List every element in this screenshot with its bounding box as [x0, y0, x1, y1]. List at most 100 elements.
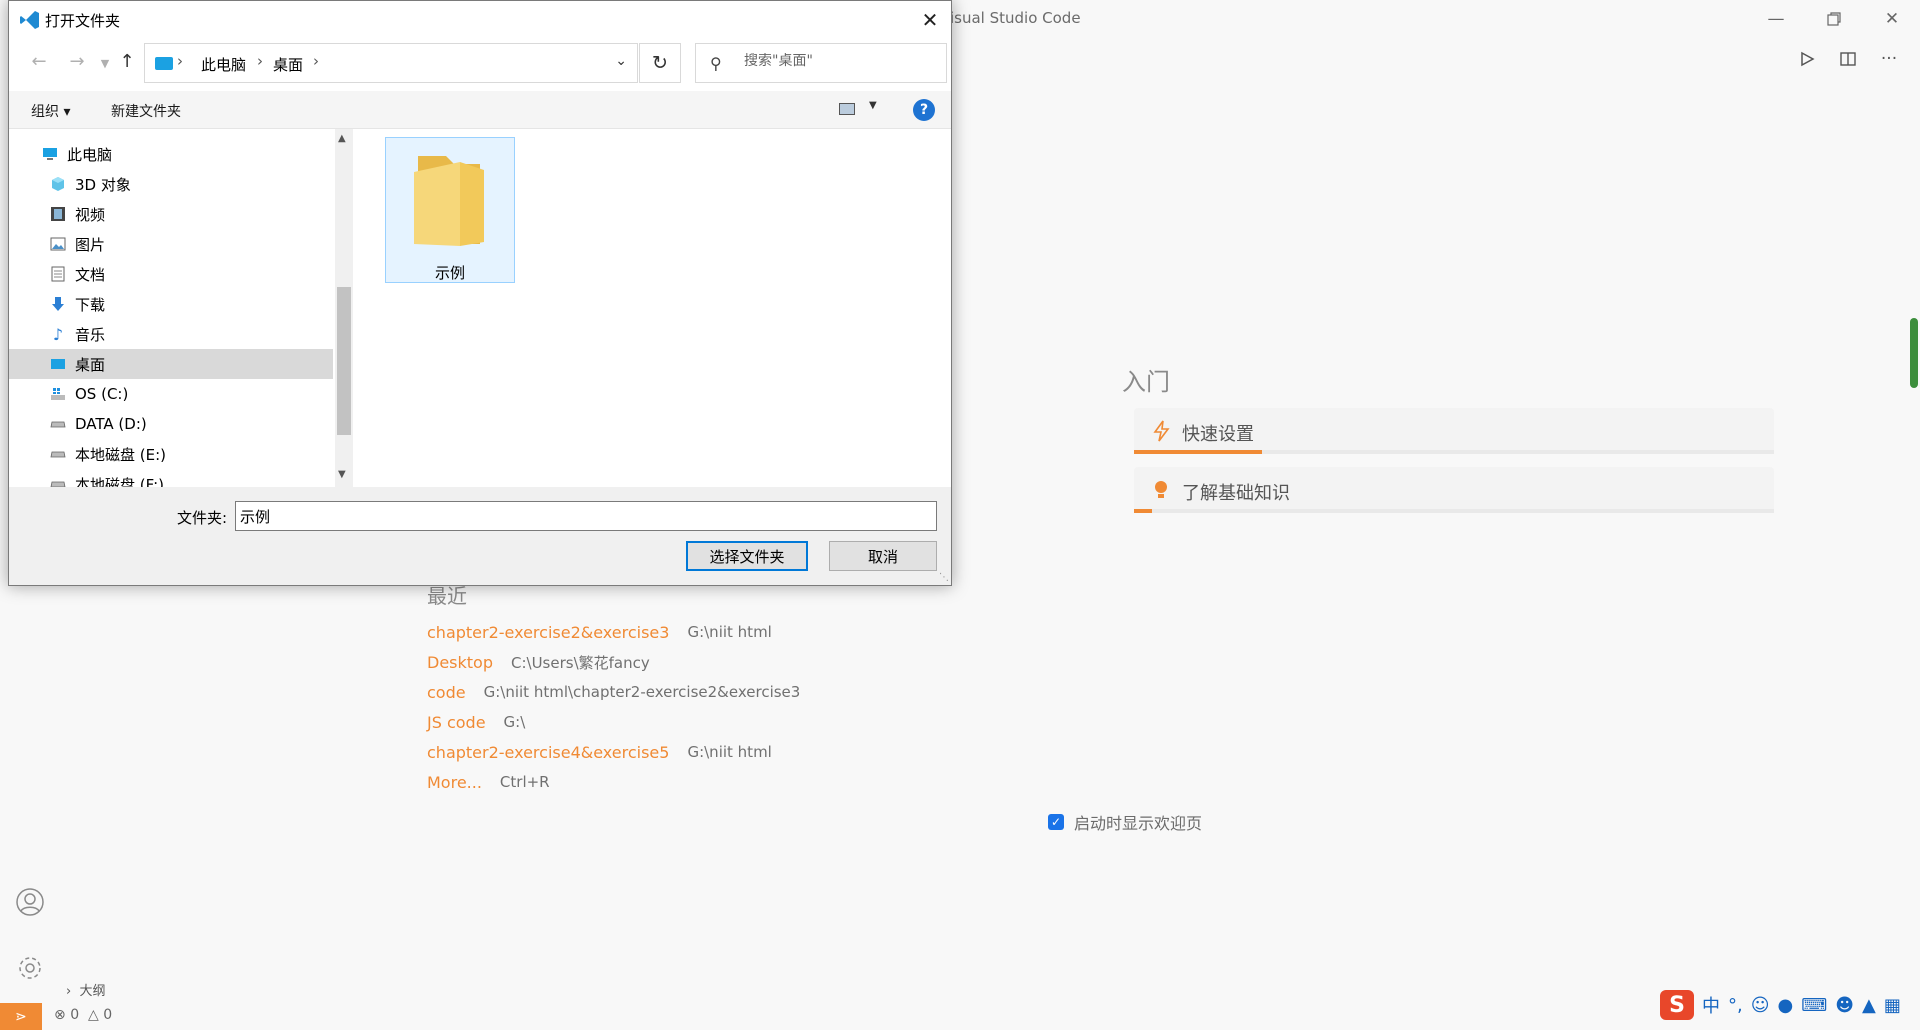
close-icon[interactable]: ✕: [917, 7, 943, 33]
chevron-right-icon[interactable]: ›: [313, 52, 319, 70]
dialog-footer: 文件夹: 选择文件夹 取消 ⋱: [9, 487, 951, 585]
ime-mode[interactable]: 中: [1702, 992, 1720, 1018]
film-icon: [49, 206, 67, 222]
minimize-icon[interactable]: —: [1756, 6, 1796, 32]
open-folder-dialog: 打开文件夹 ✕ ← → ▼ ↑ › 此电脑 › 桌面 › ⌄ ↻ ⚲ 组织 ▾ …: [8, 0, 952, 586]
sogou-logo-icon[interactable]: S: [1660, 990, 1694, 1020]
recent-item[interactable]: Desktop C:\Users\繁花fancy: [427, 647, 800, 677]
recent-more[interactable]: More... Ctrl+R: [427, 767, 800, 797]
tree-item-drive-e[interactable]: 本地磁盘 (E:): [9, 439, 333, 469]
dialog-title: 打开文件夹: [45, 12, 121, 30]
music-icon: ♪: [52, 324, 64, 344]
walkthrough-label: 快速设置: [1182, 424, 1254, 445]
tree-scrollbar[interactable]: ▲ ▼: [335, 129, 353, 487]
tree-item-drive-d[interactable]: DATA (D:): [9, 409, 333, 439]
folder-item[interactable]: 示例: [385, 137, 515, 283]
select-folder-button[interactable]: 选择文件夹: [686, 541, 808, 571]
new-folder-button[interactable]: 新建文件夹: [111, 101, 181, 121]
show-welcome-checkbox[interactable]: ✓ 启动时显示欢迎页: [1048, 810, 1202, 834]
drive-icon: [49, 476, 67, 487]
forward-arrow-icon[interactable]: →: [65, 51, 89, 72]
close-window-icon[interactable]: ✕: [1872, 6, 1912, 32]
tree-item-downloads[interactable]: 下载: [9, 289, 333, 319]
walkthrough-quick-setup[interactable]: 快速设置: [1134, 408, 1774, 454]
tree-item-documents[interactable]: 文档: [9, 259, 333, 289]
lightning-icon: [1152, 420, 1172, 442]
chevron-down-icon[interactable]: ▼: [869, 100, 877, 111]
problems-status[interactable]: ⊗ 0 △ 0: [54, 1007, 112, 1023]
recent-item[interactable]: code G:\niit html\chapter2-exercise2&exer…: [427, 677, 800, 707]
error-icon: ⊗: [54, 1007, 66, 1023]
navigation-tree: 此电脑 3D 对象 视频 图片 文档 下载 ♪ 音乐 桌面 OS (C:) DA…: [9, 129, 339, 487]
microphone-icon[interactable]: ●: [1778, 995, 1794, 1016]
pc-icon: [155, 57, 173, 70]
up-arrow-icon[interactable]: ↑: [115, 51, 139, 72]
resize-grip-icon[interactable]: ⋱: [939, 572, 949, 583]
cube-icon: [49, 176, 67, 192]
address-bar[interactable]: › 此电脑 › 桌面 › ⌄: [144, 43, 638, 83]
show-welcome-label: 启动时显示欢迎页: [1074, 814, 1203, 833]
more-actions-icon[interactable]: ···: [1876, 46, 1902, 72]
recent-locations-icon[interactable]: ▼: [93, 57, 117, 70]
punctuation-icon[interactable]: °,: [1728, 995, 1743, 1016]
help-icon[interactable]: ?: [913, 99, 935, 121]
tree-item-3d-objects[interactable]: 3D 对象: [9, 169, 333, 199]
scroll-down-icon[interactable]: ▼: [338, 469, 346, 480]
tree-item-drive-f[interactable]: 本地磁盘 (F:): [9, 469, 333, 487]
folder-icon: [410, 150, 488, 254]
chevron-down-icon[interactable]: ⌄: [615, 53, 627, 69]
tree-item-desktop[interactable]: 桌面: [9, 349, 333, 379]
recent-item[interactable]: JS code G:\: [427, 707, 800, 737]
windows-drive-icon: [49, 386, 67, 402]
cancel-button[interactable]: 取消: [829, 541, 937, 571]
organize-button[interactable]: 组织 ▾: [31, 101, 70, 121]
split-editor-icon[interactable]: [1835, 46, 1861, 72]
tree-item-pictures[interactable]: 图片: [9, 229, 333, 259]
view-options-icon[interactable]: [839, 103, 855, 115]
breadcrumb-this-pc[interactable]: 此电脑: [201, 54, 246, 75]
back-arrow-icon[interactable]: ←: [27, 51, 51, 72]
dialog-titlebar[interactable]: 打开文件夹 ✕: [9, 1, 951, 39]
outline-section[interactable]: › 大纲: [66, 980, 105, 999]
ime-toolbar[interactable]: S 中 °, ☺ ● ⌨ ☻ ▲ ▦: [1660, 988, 1901, 1022]
run-icon[interactable]: [1794, 46, 1820, 72]
chevron-right-icon[interactable]: ›: [177, 52, 183, 70]
walkthrough-basics[interactable]: 了解基础知识: [1134, 467, 1774, 513]
search-box[interactable]: ⚲: [695, 43, 947, 83]
search-input[interactable]: [744, 53, 934, 69]
warning-icon: △: [83, 1007, 99, 1023]
breadcrumb-desktop[interactable]: 桌面: [273, 54, 303, 75]
lightbulb-icon: [1152, 479, 1172, 501]
chevron-right-icon[interactable]: ›: [257, 52, 263, 70]
walkthrough-progress: [1134, 450, 1774, 454]
tree-item-music[interactable]: ♪ 音乐: [9, 319, 333, 349]
user-icon[interactable]: ☻: [1835, 995, 1854, 1016]
minimap-indicator: [1910, 318, 1918, 388]
folder-name-input[interactable]: [235, 501, 937, 531]
emoji-icon[interactable]: ☺: [1751, 995, 1770, 1016]
scrollbar-thumb[interactable]: [337, 287, 351, 435]
remote-indicator-icon[interactable]: ⋗: [0, 1003, 42, 1030]
scroll-up-icon[interactable]: ▲: [338, 133, 346, 144]
recent-item[interactable]: chapter2-exercise2&exercise3 G:\niit html: [427, 617, 800, 647]
recent-list: chapter2-exercise2&exercise3 G:\niit html…: [427, 617, 800, 797]
restore-icon[interactable]: [1814, 6, 1854, 32]
keyboard-icon[interactable]: ⌨: [1801, 995, 1827, 1016]
get-started-title: 入门: [1122, 368, 1170, 396]
file-list: 示例: [355, 129, 951, 487]
walkthrough-progress: [1134, 509, 1774, 513]
grid-menu-icon[interactable]: ▦: [1884, 995, 1901, 1016]
settings-gear-icon[interactable]: [12, 950, 48, 986]
pc-icon: [41, 146, 59, 162]
download-icon: [49, 296, 67, 312]
recent-item[interactable]: chapter2-exercise4&exercise5 G:\niit html: [427, 737, 800, 767]
tree-item-drive-c[interactable]: OS (C:): [9, 379, 333, 409]
picture-icon: [49, 236, 67, 252]
skin-icon[interactable]: ▲: [1862, 995, 1876, 1016]
command-bar: 组织 ▾ 新建文件夹 ▼ ?: [9, 91, 951, 129]
account-icon[interactable]: [12, 884, 48, 920]
checkmark-icon[interactable]: ✓: [1048, 814, 1064, 830]
tree-item-videos[interactable]: 视频: [9, 199, 333, 229]
refresh-icon[interactable]: ↻: [639, 43, 681, 83]
tree-item-this-pc[interactable]: 此电脑: [9, 139, 333, 169]
